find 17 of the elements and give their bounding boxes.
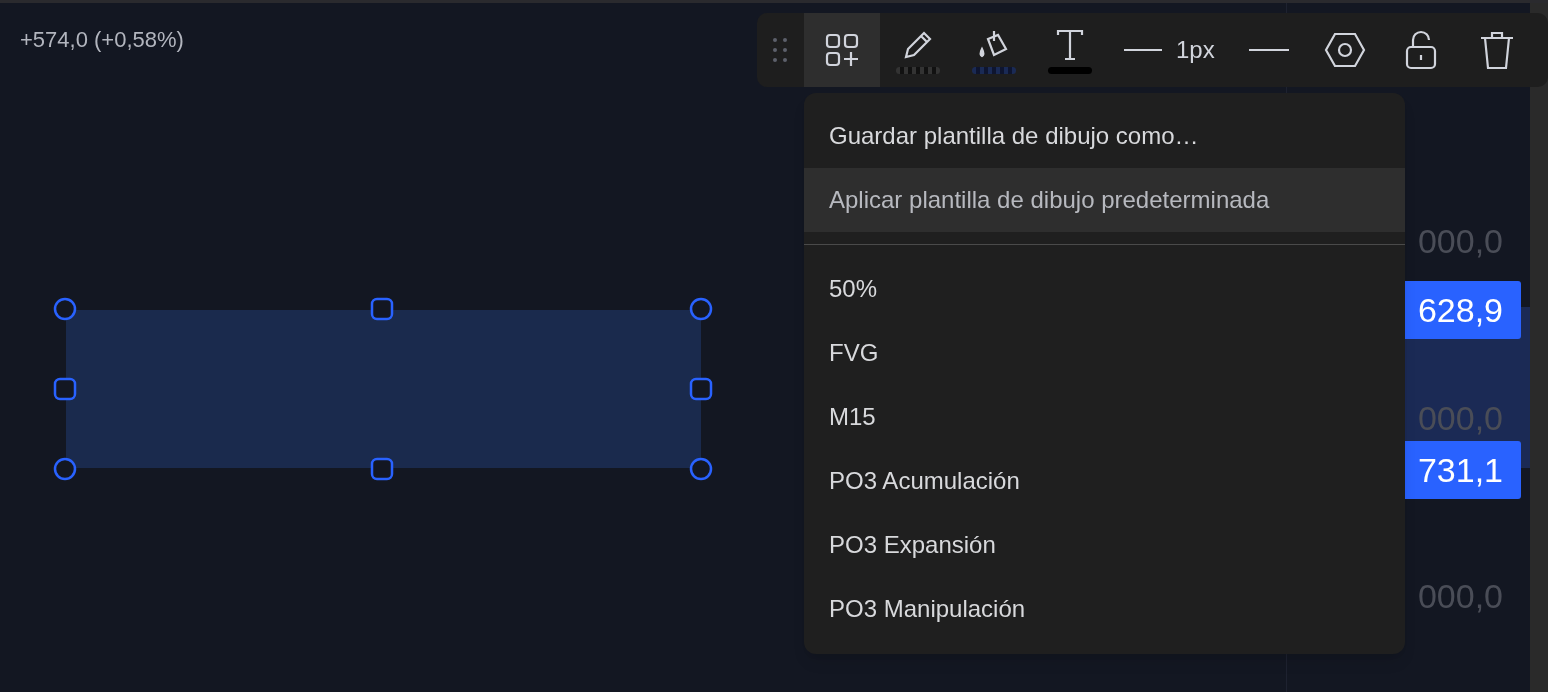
menu-item[interactable]: Aplicar plantilla de dibujo predeterminada	[804, 168, 1405, 232]
drag-handle-icon[interactable]	[772, 36, 788, 64]
color-swatch	[1048, 66, 1092, 74]
menu-item[interactable]: PO3 Expansión	[804, 513, 1405, 577]
hexagon-icon	[1323, 31, 1366, 69]
menu-item[interactable]: Guardar plantilla de dibujo como…	[804, 104, 1405, 168]
unlock-icon	[1403, 29, 1438, 71]
add-template-icon	[824, 32, 860, 68]
price-change: +574,0 (+0,58%)	[20, 26, 184, 54]
color-swatch	[896, 66, 940, 74]
menu-item[interactable]: PO3 Manipulación	[804, 577, 1405, 641]
template-button[interactable]	[804, 13, 880, 87]
line-icon	[1248, 48, 1289, 52]
trash-icon	[1478, 29, 1515, 71]
line-width-button[interactable]: 1px	[1108, 13, 1231, 87]
line-icon	[1124, 48, 1162, 52]
color-swatch	[972, 66, 1016, 74]
